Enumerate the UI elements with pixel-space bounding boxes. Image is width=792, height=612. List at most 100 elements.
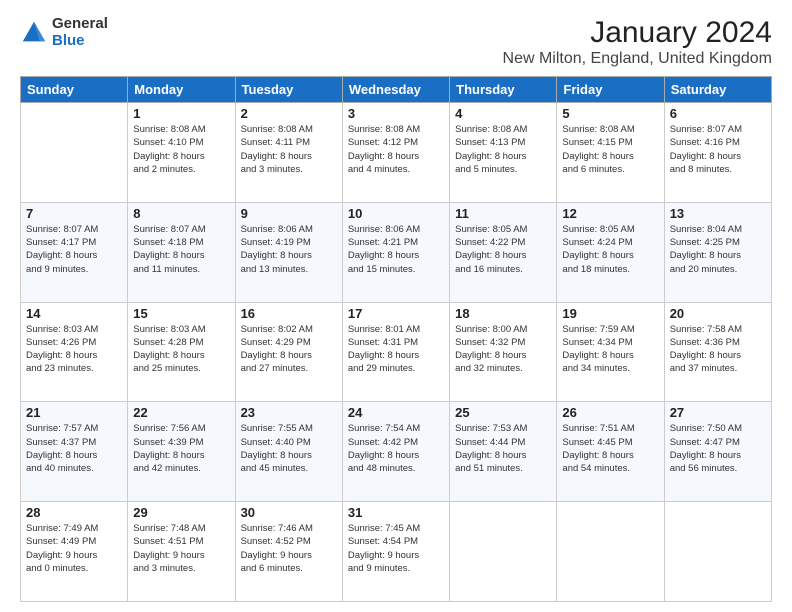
col-friday: Friday xyxy=(557,77,664,103)
day-number: 5 xyxy=(562,106,658,121)
col-wednesday: Wednesday xyxy=(342,77,449,103)
table-row: 29 Sunrise: 7:48 AM Sunset: 4:51 PM Dayli… xyxy=(128,502,235,602)
day-number: 12 xyxy=(562,206,658,221)
day-info: Sunrise: 7:49 AM Sunset: 4:49 PM Dayligh… xyxy=(26,522,122,575)
day-number: 22 xyxy=(133,405,229,420)
day-number: 26 xyxy=(562,405,658,420)
col-sunday: Sunday xyxy=(21,77,128,103)
day-info: Sunrise: 7:55 AM Sunset: 4:40 PM Dayligh… xyxy=(241,422,337,475)
day-number: 30 xyxy=(241,505,337,520)
day-number: 28 xyxy=(26,505,122,520)
table-row: 11 Sunrise: 8:05 AM Sunset: 4:22 PM Dayli… xyxy=(450,202,557,302)
day-number: 18 xyxy=(455,306,551,321)
table-row xyxy=(557,502,664,602)
table-row xyxy=(450,502,557,602)
day-number: 6 xyxy=(670,106,766,121)
table-row: 8Sunrise: 8:07 AM Sunset: 4:18 PM Daylig… xyxy=(128,202,235,302)
week-row-1: 7Sunrise: 8:07 AM Sunset: 4:17 PM Daylig… xyxy=(21,202,772,302)
table-row: 1 Sunrise: 8:08 AM Sunset: 4:10 PM Daylig… xyxy=(128,103,235,203)
table-row xyxy=(21,103,128,203)
table-row: 16 Sunrise: 8:02 AM Sunset: 4:29 PM Dayli… xyxy=(235,302,342,402)
day-info: Sunrise: 7:51 AM Sunset: 4:45 PM Dayligh… xyxy=(562,422,658,475)
table-row: 22 Sunrise: 7:56 AM Sunset: 4:39 PM Dayli… xyxy=(128,402,235,502)
table-row: 21 Sunrise: 7:57 AM Sunset: 4:37 PM Dayli… xyxy=(21,402,128,502)
title-block: January 2024 New Milton, England, United… xyxy=(503,16,772,68)
day-info: Sunrise: 7:45 AM Sunset: 4:54 PM Dayligh… xyxy=(348,522,444,575)
table-row: 24 Sunrise: 7:54 AM Sunset: 4:42 PM Dayli… xyxy=(342,402,449,502)
day-info: Sunrise: 8:08 AM Sunset: 4:10 PM Dayligh… xyxy=(133,123,229,176)
day-info: Sunrise: 8:07 AM Sunset: 4:16 PM Dayligh… xyxy=(670,123,766,176)
day-info: Sunrise: 8:06 AM Sunset: 4:21 PM Dayligh… xyxy=(348,223,444,276)
table-row: 31 Sunrise: 7:45 AM Sunset: 4:54 PM Dayli… xyxy=(342,502,449,602)
day-number: 14 xyxy=(26,306,122,321)
day-number: 19 xyxy=(562,306,658,321)
table-row: 4 Sunrise: 8:08 AM Sunset: 4:13 PM Daylig… xyxy=(450,103,557,203)
day-info: Sunrise: 8:08 AM Sunset: 4:12 PM Dayligh… xyxy=(348,123,444,176)
table-row: 23Sunrise: 7:55 AM Sunset: 4:40 PM Dayli… xyxy=(235,402,342,502)
header: General Blue January 2024 New Milton, En… xyxy=(20,16,772,68)
col-saturday: Saturday xyxy=(664,77,771,103)
table-row: 2Sunrise: 8:08 AM Sunset: 4:11 PM Daylig… xyxy=(235,103,342,203)
day-info: Sunrise: 8:03 AM Sunset: 4:26 PM Dayligh… xyxy=(26,323,122,376)
logo-text: General Blue xyxy=(52,16,108,49)
day-number: 1 xyxy=(133,106,229,121)
page: General Blue January 2024 New Milton, En… xyxy=(0,0,792,612)
logo-icon xyxy=(20,19,48,47)
day-number: 13 xyxy=(670,206,766,221)
day-number: 15 xyxy=(133,306,229,321)
table-row: 19 Sunrise: 7:59 AM Sunset: 4:34 PM Dayli… xyxy=(557,302,664,402)
table-row: 5 Sunrise: 8:08 AM Sunset: 4:15 PM Daylig… xyxy=(557,103,664,203)
logo: General Blue xyxy=(20,16,108,49)
col-tuesday: Tuesday xyxy=(235,77,342,103)
day-number: 16 xyxy=(241,306,337,321)
header-row: Sunday Monday Tuesday Wednesday Thursday… xyxy=(21,77,772,103)
day-info: Sunrise: 7:46 AM Sunset: 4:52 PM Dayligh… xyxy=(241,522,337,575)
day-info: Sunrise: 8:08 AM Sunset: 4:13 PM Dayligh… xyxy=(455,123,551,176)
day-number: 24 xyxy=(348,405,444,420)
table-row xyxy=(664,502,771,602)
day-info: Sunrise: 8:00 AM Sunset: 4:32 PM Dayligh… xyxy=(455,323,551,376)
day-info: Sunrise: 7:50 AM Sunset: 4:47 PM Dayligh… xyxy=(670,422,766,475)
day-info: Sunrise: 8:02 AM Sunset: 4:29 PM Dayligh… xyxy=(241,323,337,376)
day-number: 21 xyxy=(26,405,122,420)
table-row: 3 Sunrise: 8:08 AM Sunset: 4:12 PM Daylig… xyxy=(342,103,449,203)
day-number: 7 xyxy=(26,206,122,221)
day-number: 27 xyxy=(670,405,766,420)
day-info: Sunrise: 7:57 AM Sunset: 4:37 PM Dayligh… xyxy=(26,422,122,475)
col-thursday: Thursday xyxy=(450,77,557,103)
day-info: Sunrise: 7:53 AM Sunset: 4:44 PM Dayligh… xyxy=(455,422,551,475)
day-number: 20 xyxy=(670,306,766,321)
day-number: 17 xyxy=(348,306,444,321)
day-info: Sunrise: 8:03 AM Sunset: 4:28 PM Dayligh… xyxy=(133,323,229,376)
main-title: January 2024 xyxy=(503,16,772,50)
day-number: 9 xyxy=(241,206,337,221)
day-number: 4 xyxy=(455,106,551,121)
table-row: 6 Sunrise: 8:07 AM Sunset: 4:16 PM Daylig… xyxy=(664,103,771,203)
table-row: 17 Sunrise: 8:01 AM Sunset: 4:31 PM Dayli… xyxy=(342,302,449,402)
day-number: 31 xyxy=(348,505,444,520)
day-info: Sunrise: 8:08 AM Sunset: 4:15 PM Dayligh… xyxy=(562,123,658,176)
day-info: Sunrise: 8:05 AM Sunset: 4:24 PM Dayligh… xyxy=(562,223,658,276)
week-row-4: 28 Sunrise: 7:49 AM Sunset: 4:49 PM Dayli… xyxy=(21,502,772,602)
table-row: 28 Sunrise: 7:49 AM Sunset: 4:49 PM Dayli… xyxy=(21,502,128,602)
day-info: Sunrise: 8:05 AM Sunset: 4:22 PM Dayligh… xyxy=(455,223,551,276)
day-info: Sunrise: 8:01 AM Sunset: 4:31 PM Dayligh… xyxy=(348,323,444,376)
day-info: Sunrise: 7:54 AM Sunset: 4:42 PM Dayligh… xyxy=(348,422,444,475)
day-number: 11 xyxy=(455,206,551,221)
table-row: 10 Sunrise: 8:06 AM Sunset: 4:21 PM Dayli… xyxy=(342,202,449,302)
day-info: Sunrise: 7:56 AM Sunset: 4:39 PM Dayligh… xyxy=(133,422,229,475)
table-row: 25Sunrise: 7:53 AM Sunset: 4:44 PM Dayli… xyxy=(450,402,557,502)
day-number: 10 xyxy=(348,206,444,221)
table-row: 20Sunrise: 7:58 AM Sunset: 4:36 PM Dayli… xyxy=(664,302,771,402)
table-row: 15 Sunrise: 8:03 AM Sunset: 4:28 PM Dayli… xyxy=(128,302,235,402)
day-number: 3 xyxy=(348,106,444,121)
day-number: 29 xyxy=(133,505,229,520)
day-info: Sunrise: 7:59 AM Sunset: 4:34 PM Dayligh… xyxy=(562,323,658,376)
calendar-table: Sunday Monday Tuesday Wednesday Thursday… xyxy=(20,76,772,602)
day-info: Sunrise: 8:08 AM Sunset: 4:11 PM Dayligh… xyxy=(241,123,337,176)
col-monday: Monday xyxy=(128,77,235,103)
table-row: 18 Sunrise: 8:00 AM Sunset: 4:32 PM Dayli… xyxy=(450,302,557,402)
table-row: 12 Sunrise: 8:05 AM Sunset: 4:24 PM Dayli… xyxy=(557,202,664,302)
week-row-0: 1 Sunrise: 8:08 AM Sunset: 4:10 PM Daylig… xyxy=(21,103,772,203)
day-info: Sunrise: 7:48 AM Sunset: 4:51 PM Dayligh… xyxy=(133,522,229,575)
